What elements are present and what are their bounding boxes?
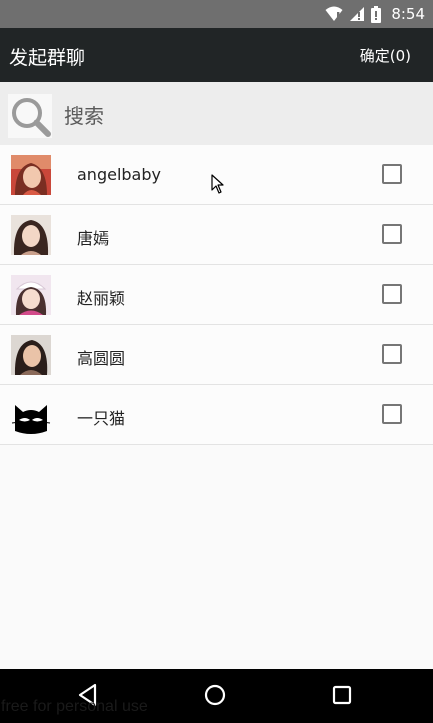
status-bar: 8:54	[0, 0, 433, 28]
app-bar: 发起群聊 确定(0)	[0, 28, 433, 82]
mouse-cursor-icon	[211, 174, 224, 194]
status-icons: 8:54	[325, 0, 425, 28]
select-checkbox[interactable]	[382, 284, 402, 304]
avatar	[11, 335, 51, 375]
search-input[interactable]	[62, 100, 406, 132]
confirm-button[interactable]: 确定(0)	[360, 45, 411, 66]
avatar	[11, 155, 51, 195]
select-checkbox[interactable]	[382, 164, 402, 184]
status-time: 8:54	[391, 5, 425, 23]
home-icon[interactable]	[203, 683, 227, 707]
select-checkbox[interactable]	[382, 404, 402, 424]
wifi-icon	[325, 6, 343, 21]
contact-row[interactable]: 赵丽颖	[0, 265, 433, 325]
contact-row[interactable]: 高圆圆	[0, 325, 433, 385]
contact-row[interactable]: 唐嫣	[0, 205, 433, 265]
contact-name: angelbaby	[77, 165, 161, 184]
contact-name: 一只猫	[77, 409, 126, 428]
contact-name: 赵丽颖	[77, 289, 126, 308]
recent-apps-icon[interactable]	[332, 683, 352, 707]
watermark-text: free for personal use	[1, 698, 148, 715]
cell-signal-icon	[350, 7, 365, 21]
battery-icon	[371, 5, 382, 23]
contact-name: 唐嫣	[77, 229, 110, 248]
page-title: 发起群聊	[9, 47, 86, 69]
contact-name: 高圆圆	[77, 349, 126, 368]
search-icon	[8, 94, 52, 138]
select-checkbox[interactable]	[382, 344, 402, 364]
select-checkbox[interactable]	[382, 224, 402, 244]
avatar	[11, 395, 51, 435]
avatar	[11, 215, 51, 255]
search-bar	[0, 82, 433, 145]
contact-row[interactable]: 一只猫	[0, 385, 433, 445]
avatar	[11, 275, 51, 315]
